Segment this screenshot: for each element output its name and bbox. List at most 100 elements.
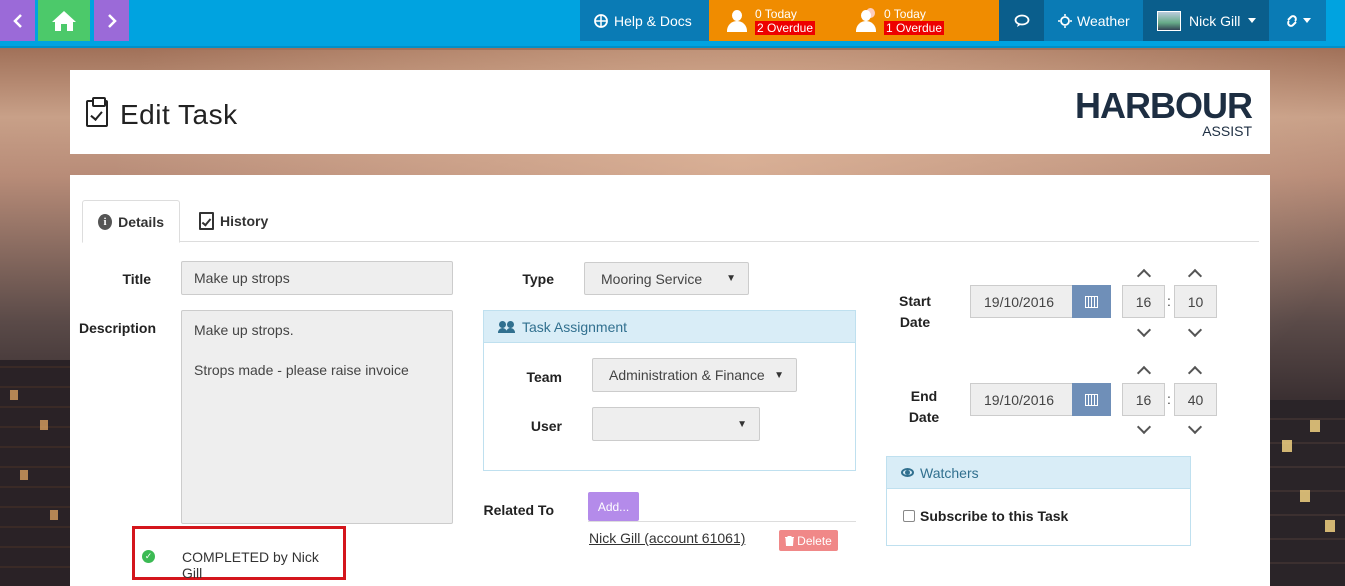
type-value: Mooring Service bbox=[601, 270, 703, 287]
end-label-line-2: Date bbox=[908, 409, 940, 425]
globe-icon bbox=[594, 13, 608, 28]
check-circle-icon: ✓ bbox=[142, 550, 155, 563]
end-minute-down-button[interactable] bbox=[1187, 419, 1203, 435]
start-date-calendar-button[interactable] bbox=[1072, 285, 1111, 318]
watchers-title: Watchers bbox=[920, 464, 979, 481]
description-textarea[interactable]: Make up strops. Strops made - please rai… bbox=[181, 310, 453, 524]
tasks-today-count: 0 Today bbox=[755, 6, 797, 21]
task-assignment-header: Task Assignment bbox=[484, 311, 855, 343]
subscribe-label: Subscribe to this Task bbox=[920, 508, 1069, 524]
page-header: Edit Task HARBOUR ASSIST bbox=[70, 70, 1270, 154]
end-hour-up-button[interactable] bbox=[1136, 365, 1152, 381]
description-line-1: Make up strops. bbox=[194, 322, 294, 338]
task-assignment-panel: Task Assignment Team Administration & Fi… bbox=[483, 310, 856, 471]
avatar bbox=[1157, 10, 1181, 31]
completed-status: ✓ COMPLETED by Nick Gill bbox=[132, 526, 346, 581]
end-date-calendar-button[interactable] bbox=[1072, 383, 1111, 416]
chat-button[interactable] bbox=[999, 0, 1044, 41]
forward-button[interactable] bbox=[94, 0, 129, 41]
start-minute-down-button[interactable] bbox=[1187, 322, 1203, 338]
team-icon bbox=[498, 320, 516, 333]
weather-label: Weather bbox=[1077, 12, 1130, 29]
chevron-left-icon bbox=[12, 13, 22, 28]
user-menu-dropdown[interactable]: Nick Gill bbox=[1143, 0, 1269, 41]
completed-text: COMPLETED by Nick Gill bbox=[182, 549, 319, 581]
subscribe-option[interactable]: Subscribe to this Task bbox=[903, 508, 1068, 524]
end-label-line-1: End bbox=[910, 388, 938, 404]
home-icon bbox=[52, 10, 76, 31]
team-overdue-count: 1 Overdue bbox=[884, 20, 945, 35]
user-label: User bbox=[530, 418, 562, 434]
weather-link[interactable]: Weather bbox=[1044, 0, 1143, 41]
links-dropdown[interactable] bbox=[1269, 0, 1326, 41]
start-minute-up-button[interactable] bbox=[1187, 268, 1203, 284]
trash-icon bbox=[785, 535, 795, 546]
my-tasks-alerts[interactable]: 0 Today 2 Overdue bbox=[709, 0, 854, 41]
divider bbox=[588, 521, 856, 522]
task-form-card: i Details History Title Make up strops D… bbox=[70, 175, 1270, 586]
end-date-label: End Date bbox=[899, 386, 949, 428]
tab-history-label: History bbox=[220, 213, 269, 229]
clipboard-check-icon bbox=[86, 97, 108, 127]
user-select[interactable]: ▼ bbox=[592, 407, 760, 441]
background-building-left bbox=[0, 360, 70, 586]
team-label: Team bbox=[526, 369, 562, 385]
time-separator: : bbox=[1167, 293, 1171, 309]
end-hour-down-button[interactable] bbox=[1136, 419, 1152, 435]
delete-label: Delete bbox=[797, 533, 832, 548]
logo-sub-text: ASSIST bbox=[1202, 123, 1252, 139]
caret-down-icon bbox=[1302, 18, 1311, 23]
calendar-icon bbox=[1085, 393, 1098, 406]
help-docs-link[interactable]: Help & Docs bbox=[580, 0, 709, 41]
caret-down-icon: ▼ bbox=[774, 369, 784, 381]
back-button[interactable] bbox=[0, 0, 35, 41]
type-select[interactable]: Mooring Service ▼ bbox=[584, 262, 749, 295]
end-minute-up-button[interactable] bbox=[1187, 365, 1203, 381]
page-title: Edit Task bbox=[120, 99, 238, 130]
type-label: Type bbox=[522, 271, 554, 287]
start-hour-down-button[interactable] bbox=[1136, 322, 1152, 338]
clipboard-check-icon bbox=[199, 212, 214, 230]
caret-down-icon bbox=[1248, 18, 1257, 23]
help-docs-label: Help & Docs bbox=[614, 12, 692, 29]
users-icon bbox=[854, 7, 878, 34]
team-select[interactable]: Administration & Finance ▼ bbox=[592, 358, 797, 392]
info-icon: i bbox=[98, 213, 113, 230]
start-hour-input[interactable]: 16 bbox=[1122, 285, 1165, 318]
end-minute-input[interactable]: 40 bbox=[1174, 383, 1217, 416]
watchers-header: Watchers bbox=[887, 457, 1190, 489]
start-label-line-2: Date bbox=[899, 314, 931, 330]
team-value: Administration & Finance bbox=[609, 367, 765, 383]
start-date-input[interactable]: 19/10/2016 bbox=[970, 285, 1073, 318]
tab-details-label: Details bbox=[118, 213, 164, 230]
title-input[interactable]: Make up strops bbox=[181, 261, 453, 295]
end-hour-input[interactable]: 16 bbox=[1122, 383, 1165, 416]
logo-main-text: HARBOUR bbox=[1075, 85, 1253, 126]
user-name: Nick Gill bbox=[1189, 12, 1241, 29]
user-icon bbox=[725, 8, 749, 34]
caret-down-icon: ▼ bbox=[726, 273, 736, 284]
end-date-input[interactable]: 19/10/2016 bbox=[970, 383, 1073, 416]
start-date-label: Start Date bbox=[890, 291, 940, 333]
sun-icon bbox=[1058, 13, 1072, 28]
add-related-button[interactable]: Add... bbox=[588, 492, 639, 521]
related-account-link[interactable]: Nick Gill (account 61061) bbox=[589, 530, 745, 546]
description-line-2: Strops made - please raise invoice bbox=[194, 362, 409, 378]
tab-details[interactable]: i Details bbox=[82, 200, 180, 243]
start-minute-input[interactable]: 10 bbox=[1174, 285, 1217, 318]
harbour-assist-logo: HARBOUR ASSIST bbox=[1075, 85, 1253, 139]
team-tasks-alerts[interactable]: 0 Today 1 Overdue bbox=[854, 0, 999, 41]
time-separator: : bbox=[1167, 391, 1171, 407]
delete-related-button[interactable]: Delete bbox=[779, 530, 838, 551]
chevron-right-icon bbox=[107, 13, 117, 28]
title-label: Title bbox=[122, 271, 151, 287]
tab-bar: i Details History bbox=[82, 200, 1259, 243]
subscribe-checkbox[interactable] bbox=[903, 510, 915, 522]
description-label: Description bbox=[78, 320, 156, 336]
tab-history[interactable]: History bbox=[184, 200, 283, 242]
calendar-icon bbox=[1085, 295, 1098, 308]
team-today-count: 0 Today bbox=[884, 6, 926, 21]
tasks-overdue-count: 2 Overdue bbox=[755, 20, 816, 35]
start-hour-up-button[interactable] bbox=[1136, 268, 1152, 284]
home-button[interactable] bbox=[38, 0, 90, 41]
